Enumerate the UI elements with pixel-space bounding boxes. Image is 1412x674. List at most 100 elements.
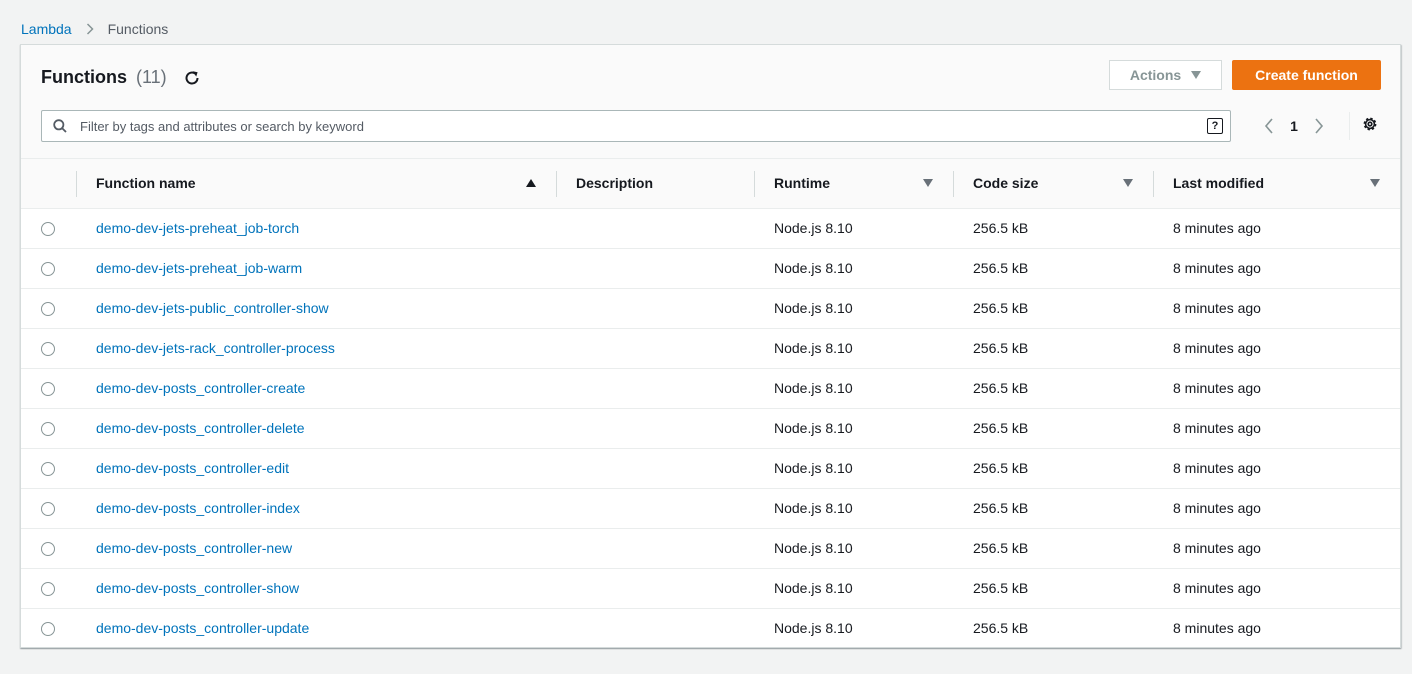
column-label: Function name xyxy=(96,175,196,192)
runtime-cell: Node.js 8.10 xyxy=(754,408,953,449)
function-name-cell: demo-dev-jets-public_controller-show xyxy=(76,288,556,329)
row-select xyxy=(21,248,76,289)
function-name-cell: demo-dev-posts_controller-show xyxy=(76,568,556,609)
runtime-cell: Node.js 8.10 xyxy=(754,448,953,489)
table-row[interactable]: demo-dev-posts_controller-create Node.js… xyxy=(21,368,1400,409)
code-size-cell: 256.5 kB xyxy=(953,288,1153,329)
page-number[interactable]: 1 xyxy=(1281,118,1307,134)
row-radio[interactable] xyxy=(41,422,55,437)
runtime-cell: Node.js 8.10 xyxy=(754,248,953,289)
runtime-cell: Node.js 8.10 xyxy=(754,488,953,529)
refresh-icon xyxy=(183,69,201,92)
row-radio[interactable] xyxy=(41,462,55,477)
chevron-left-icon xyxy=(1264,118,1273,134)
title-text: Functions xyxy=(41,67,127,87)
column-label: Description xyxy=(576,175,654,192)
row-radio[interactable] xyxy=(41,262,55,277)
table-row[interactable]: demo-dev-posts_controller-delete Node.js… xyxy=(21,408,1400,449)
last-modified-cell: 8 minutes ago xyxy=(1153,408,1400,449)
column-description[interactable]: Description xyxy=(556,159,754,209)
table-row[interactable]: demo-dev-jets-public_controller-show Nod… xyxy=(21,288,1400,329)
description-cell xyxy=(556,448,754,489)
help-icon[interactable]: ? xyxy=(1207,118,1223,134)
column-label: Code size xyxy=(973,175,1039,192)
last-modified-cell: 8 minutes ago xyxy=(1173,620,1261,637)
create-function-button[interactable]: Create function xyxy=(1232,60,1381,90)
runtime-cell: Node.js 8.10 xyxy=(754,328,953,369)
settings-button[interactable] xyxy=(1359,115,1381,137)
function-link[interactable]: demo-dev-posts_controller-delete xyxy=(96,420,305,436)
table-row[interactable]: demo-dev-posts_controller-edit Node.js 8… xyxy=(21,448,1400,489)
sort-ascending-icon xyxy=(526,179,536,188)
row-radio[interactable] xyxy=(41,622,55,637)
function-link[interactable]: demo-dev-posts_controller-create xyxy=(96,380,305,396)
gear-icon xyxy=(1361,115,1379,138)
chevron-right-icon xyxy=(72,23,108,35)
row-radio[interactable] xyxy=(41,382,55,397)
description-cell xyxy=(556,608,754,648)
function-name-cell: demo-dev-posts_controller-edit xyxy=(76,448,556,489)
row-radio[interactable] xyxy=(41,342,55,357)
description-cell xyxy=(556,528,754,569)
table-row[interactable]: demo-dev-jets-preheat_job-torch Node.js … xyxy=(21,208,1400,249)
sort-icon xyxy=(923,179,933,188)
column-label: Runtime xyxy=(774,175,830,192)
row-radio[interactable] xyxy=(41,582,55,597)
row-select xyxy=(21,488,76,529)
row-select xyxy=(21,288,76,329)
column-runtime[interactable]: Runtime xyxy=(754,159,953,209)
last-modified-cell: 8 minutes ago xyxy=(1153,368,1400,409)
runtime-cell: Node.js 8.10 xyxy=(754,208,953,249)
column-divider xyxy=(953,171,954,197)
table-row[interactable]: demo-dev-posts_controller-index Node.js … xyxy=(21,488,1400,529)
table-row[interactable]: demo-dev-jets-rack_controller-process No… xyxy=(21,328,1400,369)
row-select xyxy=(21,408,76,449)
last-modified-cell: 8 minutes ago xyxy=(1153,288,1400,329)
code-size-cell: 256.5 kB xyxy=(953,528,1153,569)
code-size-cell: 256.5 kB xyxy=(953,208,1153,249)
table-row[interactable]: demo-dev-jets-preheat_job-warm Node.js 8… xyxy=(21,248,1400,289)
row-radio[interactable] xyxy=(41,542,55,557)
panel-header: Functions (11) Actions Create function F… xyxy=(21,45,1400,159)
row-radio[interactable] xyxy=(41,502,55,517)
description-cell xyxy=(556,488,754,529)
function-link[interactable]: demo-dev-jets-public_controller-show xyxy=(96,300,329,316)
row-radio[interactable] xyxy=(41,222,55,237)
function-link[interactable]: demo-dev-jets-rack_controller-process xyxy=(96,340,335,356)
function-name-cell: demo-dev-posts_controller-create xyxy=(76,368,556,409)
previous-page-button[interactable] xyxy=(1257,114,1281,138)
runtime-cell: Node.js 8.10 xyxy=(754,528,953,569)
actions-button[interactable]: Actions xyxy=(1109,60,1222,90)
actions-label: Actions xyxy=(1129,67,1182,83)
table-row[interactable]: demo-dev-posts_controller-update Node.js… xyxy=(21,608,1400,648)
column-divider xyxy=(1153,171,1154,197)
function-link[interactable]: demo-dev-jets-preheat_job-warm xyxy=(96,260,302,276)
function-link[interactable]: demo-dev-posts_controller-show xyxy=(96,580,299,596)
function-link[interactable]: demo-dev-posts_controller-index xyxy=(96,500,300,516)
table-row[interactable]: demo-dev-posts_controller-show Node.js 8… xyxy=(21,568,1400,609)
code-size-cell: 256.5 kB xyxy=(953,448,1153,489)
next-page-button[interactable] xyxy=(1307,114,1331,138)
column-last-modified[interactable]: Last modified xyxy=(1153,159,1400,209)
search-input[interactable] xyxy=(78,112,1207,140)
breadcrumb-current: Functions xyxy=(107,21,169,37)
function-link[interactable]: demo-dev-jets-preheat_job-torch xyxy=(96,220,299,236)
chevron-right-icon xyxy=(1315,118,1324,134)
last-modified-cell: 8 minutes ago xyxy=(1153,248,1400,289)
last-modified-cell: 8 minutes ago xyxy=(1153,488,1400,529)
row-radio[interactable] xyxy=(41,302,55,317)
function-link[interactable]: demo-dev-posts_controller-new xyxy=(96,540,292,556)
table-row[interactable]: demo-dev-posts_controller-new Node.js 8.… xyxy=(21,528,1400,569)
breadcrumb-lambda-link[interactable]: Lambda xyxy=(21,21,72,37)
column-code-size[interactable]: Code size xyxy=(953,159,1153,209)
function-link[interactable]: demo-dev-posts_controller-update xyxy=(96,620,309,636)
description-cell xyxy=(556,208,754,249)
search-icon xyxy=(42,119,78,133)
column-function-name[interactable]: Function name xyxy=(76,159,556,209)
function-name-cell: demo-dev-posts_controller-delete xyxy=(76,408,556,449)
last-modified-cell: 8 minutes ago xyxy=(1153,448,1400,489)
refresh-button[interactable] xyxy=(182,70,202,90)
function-link[interactable]: demo-dev-posts_controller-edit xyxy=(96,460,289,476)
function-name-cell: demo-dev-jets-rack_controller-process xyxy=(76,328,556,369)
code-size-cell: 256.5 kB xyxy=(953,248,1153,289)
